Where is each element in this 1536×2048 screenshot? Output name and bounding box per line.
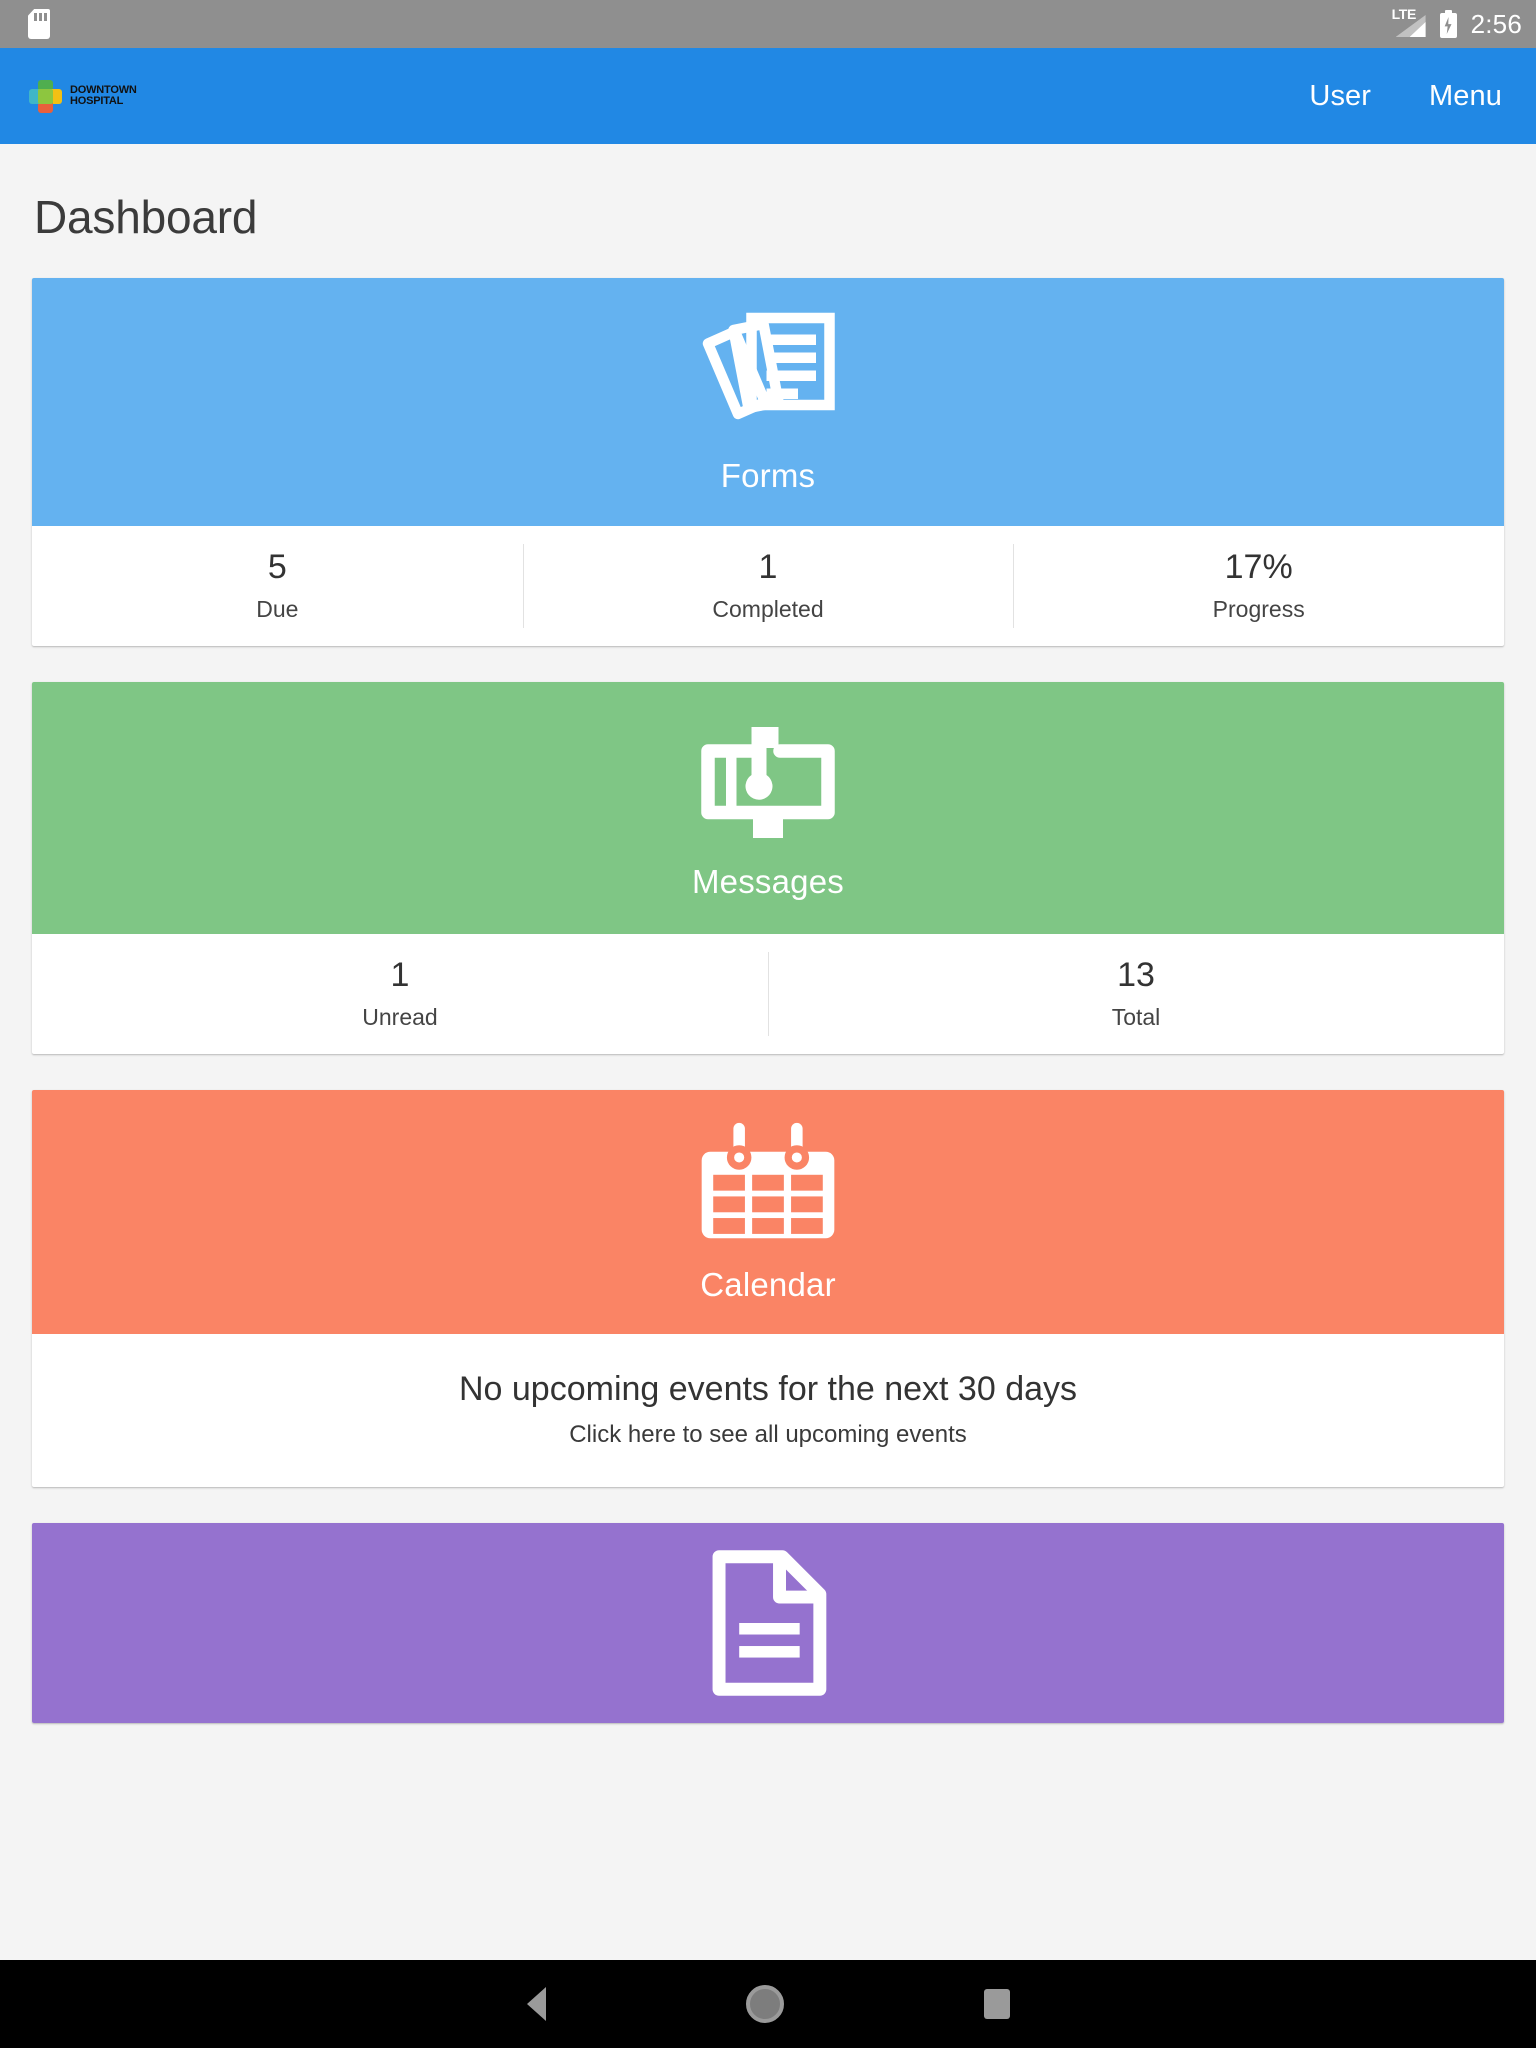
battery-charging-icon <box>1439 10 1457 38</box>
lte-label: LTE <box>1391 6 1417 22</box>
card-calendar-hero[interactable]: Calendar <box>32 1090 1504 1334</box>
stat-forms-completed[interactable]: 1 Completed <box>522 526 1014 646</box>
brand-line-2: HOSPITAL <box>70 95 124 107</box>
stat-label: Completed <box>712 596 824 623</box>
stat-label: Due <box>256 596 299 623</box>
nav-link-menu[interactable]: Menu <box>1429 80 1502 113</box>
card-forms-label: Forms <box>720 457 816 494</box>
app-bar: DOWNTOWN HOSPITAL User Menu <box>0 48 1536 144</box>
card-forms-hero[interactable]: Forms <box>32 278 1504 526</box>
status-bar-left <box>28 9 50 39</box>
card-messages[interactable]: Messages 1 Unread 13 Total <box>32 682 1504 1054</box>
status-bar-clock: 2:56 <box>1470 8 1522 39</box>
back-icon[interactable] <box>526 1987 546 2021</box>
status-bar-right: LTE 2:56 <box>1391 6 1522 40</box>
nav-link-user[interactable]: User <box>1309 80 1371 113</box>
recents-icon[interactable] <box>983 1989 1010 2019</box>
hospital-pinwheel-icon <box>28 79 62 113</box>
android-nav-bar <box>0 1960 1536 2048</box>
page-title: Dashboard <box>34 191 258 243</box>
lte-signal-icon: LTE <box>1391 6 1426 39</box>
stat-label: Total <box>1111 1004 1161 1031</box>
brand-logo[interactable]: DOWNTOWN HOSPITAL <box>28 79 137 113</box>
card-messages-label: Messages <box>691 863 844 900</box>
stat-forms-progress[interactable]: 17% Progress <box>1013 526 1504 646</box>
card-document[interactable] <box>32 1523 1504 1723</box>
stat-messages-total[interactable]: 13 Total <box>768 934 1504 1054</box>
dashboard-content: Dashboard Forms 5 Due 1 Completed 17% Pr… <box>0 144 1536 2048</box>
app-bar-nav: User Menu <box>1309 80 1502 113</box>
sd-card-icon <box>28 9 50 39</box>
android-status-bar: LTE 2:56 <box>0 0 1536 48</box>
home-icon[interactable] <box>745 1985 784 2023</box>
card-calendar-body[interactable]: No upcoming events for the next 30 days … <box>32 1334 1504 1487</box>
document-page-icon <box>712 1550 827 1696</box>
card-forms[interactable]: Forms 5 Due 1 Completed 17% Progress <box>32 278 1504 646</box>
card-calendar[interactable]: Calendar No upcoming events for the next… <box>32 1090 1504 1487</box>
calendar-icon <box>701 1122 835 1239</box>
stat-value: 5 <box>267 547 287 586</box>
mailbox-icon <box>701 727 835 838</box>
stat-label: Unread <box>362 1004 438 1031</box>
calendar-empty-subtext[interactable]: Click here to see all upcoming events <box>52 1421 1484 1449</box>
documents-stack-icon <box>702 312 835 420</box>
card-messages-stats: 1 Unread 13 Total <box>32 934 1504 1054</box>
stat-messages-unread[interactable]: 1 Unread <box>32 934 768 1054</box>
calendar-empty-headline: No upcoming events for the next 30 days <box>458 1370 1078 1408</box>
stat-value: 13 <box>1117 955 1155 994</box>
stat-value: 1 <box>390 955 410 994</box>
stat-value: 17% <box>1224 547 1293 586</box>
card-calendar-label: Calendar <box>700 1266 836 1303</box>
stat-label: Progress <box>1212 596 1305 623</box>
stat-forms-due[interactable]: 5 Due <box>32 526 523 646</box>
card-document-hero[interactable] <box>32 1523 1504 1723</box>
card-messages-hero[interactable]: Messages <box>32 682 1504 934</box>
app-screen: LTE 2:56 DOWNTOWN HOSPITAL User Menu Das… <box>0 0 1536 2048</box>
card-forms-stats: 5 Due 1 Completed 17% Progress <box>32 526 1504 646</box>
stat-value: 1 <box>758 547 778 586</box>
brand-wordmark: DOWNTOWN HOSPITAL <box>70 85 137 107</box>
